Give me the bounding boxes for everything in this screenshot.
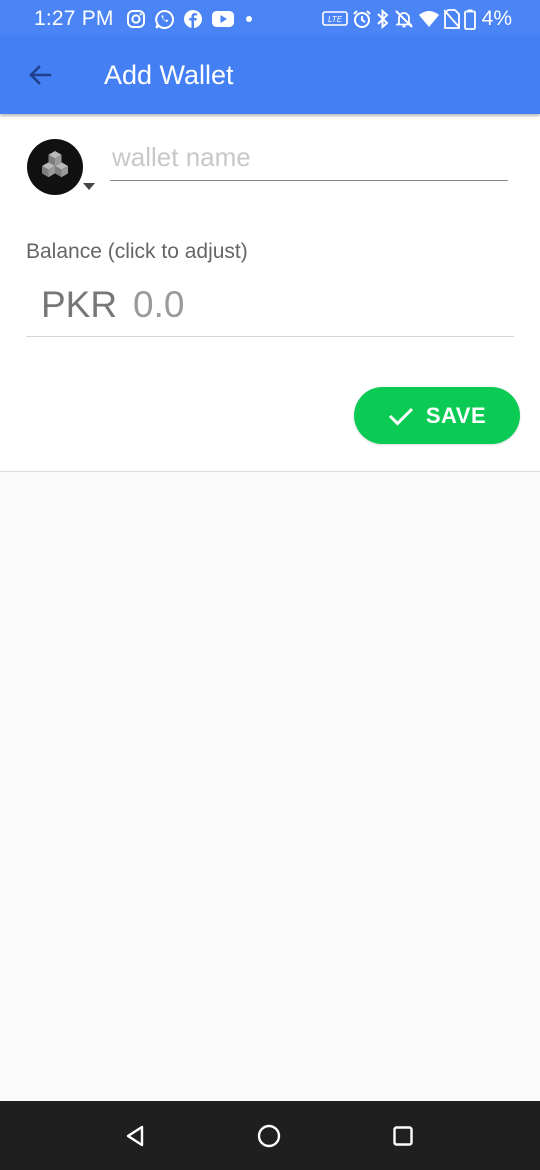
- volte-icon: LTE: [321, 11, 348, 26]
- back-icon: [126, 1125, 144, 1147]
- youtube-icon: [212, 11, 234, 27]
- page-title: Add Wallet: [104, 60, 234, 90]
- facebook-icon: [184, 10, 202, 28]
- dropdown-caret-icon: [83, 183, 95, 190]
- svg-text:LTE: LTE: [328, 15, 343, 24]
- arrow-back-icon: [29, 65, 52, 85]
- nav-back-button[interactable]: [120, 1121, 150, 1151]
- battery-icon: [463, 9, 476, 30]
- wifi-icon: [418, 11, 439, 27]
- status-time: 1:27 PM: [34, 7, 114, 30]
- cubes-icon: [42, 151, 68, 178]
- nav-home-button[interactable]: [254, 1121, 284, 1151]
- wallet-form-card: Balance (click to adjust) PKR 0.0 SAVE: [0, 117, 540, 472]
- app-bar: Add Wallet: [0, 36, 540, 114]
- balance-field[interactable]: PKR 0.0: [26, 280, 514, 337]
- alarm-icon: [352, 10, 371, 28]
- home-icon: [257, 1124, 281, 1148]
- save-button-label: SAVE: [425, 402, 487, 428]
- balance-amount: 0.0: [133, 284, 185, 325]
- battery-percentage: 4%: [481, 7, 512, 30]
- status-bar: 1:27 PM LTE 4%: [0, 0, 540, 36]
- wallet-avatar: [27, 139, 83, 195]
- nav-recents-button[interactable]: [388, 1121, 418, 1151]
- whatsapp-icon: [155, 9, 174, 29]
- status-app-icons: [126, 9, 255, 29]
- wallet-icon-picker[interactable]: [27, 139, 97, 197]
- save-button[interactable]: SAVE: [354, 387, 520, 444]
- bluetooth-icon: [376, 9, 389, 29]
- back-button[interactable]: [24, 59, 56, 91]
- navigation-bar: [0, 1101, 540, 1170]
- instagram-icon: [127, 10, 145, 28]
- status-system-icons: LTE 4%: [321, 7, 512, 30]
- no-sim-icon: [443, 9, 460, 29]
- mute-icon: [394, 10, 413, 28]
- dot-icon: [246, 16, 252, 22]
- currency-code: PKR: [41, 284, 118, 325]
- recents-icon: [393, 1126, 413, 1146]
- wallet-name-input[interactable]: [110, 141, 508, 181]
- check-icon: [388, 407, 413, 426]
- balance-label: Balance (click to adjust): [26, 240, 248, 263]
